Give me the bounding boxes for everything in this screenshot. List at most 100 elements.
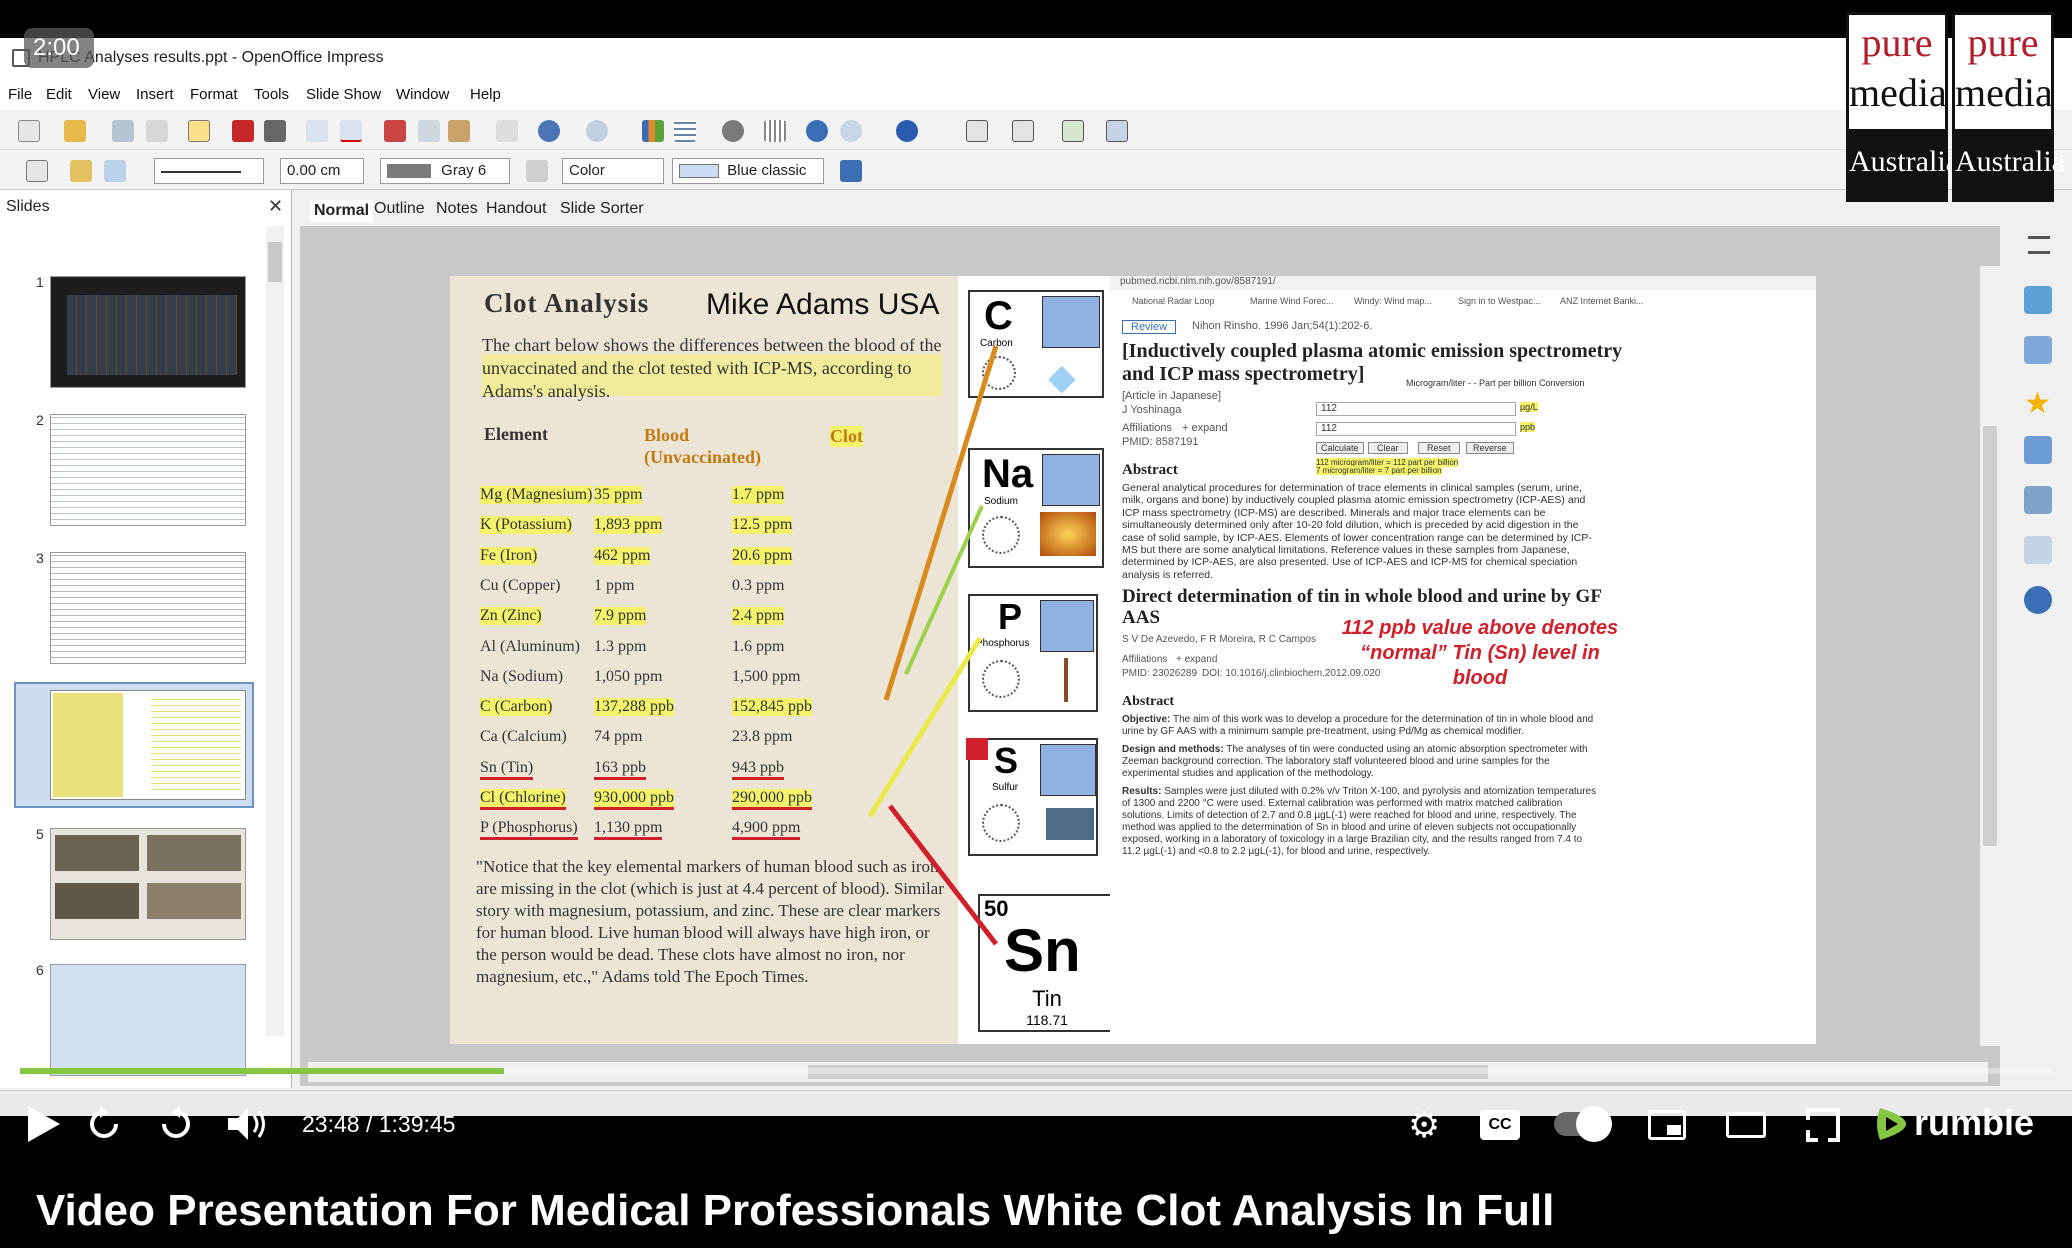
bookmark-2[interactable]: Marine Wind Forec...: [1250, 296, 1334, 306]
bookmark-4[interactable]: Sign in to Westpac...: [1458, 296, 1540, 306]
tab-outline[interactable]: Outline: [374, 200, 425, 218]
edit-file-icon[interactable]: [188, 120, 210, 142]
slide-thumb-3[interactable]: [50, 552, 246, 664]
slide-thumb-4-selected[interactable]: [14, 682, 254, 808]
undo-icon[interactable]: [538, 120, 560, 142]
menu-tools[interactable]: Tools: [254, 86, 289, 103]
clot-table-row: Fe (Iron) 462 ppm 20.6 ppm: [480, 543, 950, 573]
slide-layout-icon[interactable]: [966, 120, 988, 142]
redo-icon[interactable]: [586, 120, 608, 142]
expand-1[interactable]: + expand: [1182, 422, 1228, 434]
menu-slideshow[interactable]: Slide Show: [306, 86, 381, 103]
expand-2[interactable]: + expand: [1176, 654, 1217, 665]
slide-design-icon[interactable]: [1012, 120, 1034, 142]
settings-gear-icon[interactable]: ⚙: [1408, 1104, 1440, 1146]
autospellcheck-icon[interactable]: [340, 120, 362, 142]
slide-thumb-1[interactable]: [50, 276, 246, 388]
slides-scrollbar[interactable]: [266, 226, 284, 1036]
close-panel-icon[interactable]: ✕: [268, 196, 283, 217]
converter-input-1[interactable]: 112: [1316, 402, 1516, 416]
reverse-button[interactable]: Reverse: [1466, 442, 1514, 454]
menu-help[interactable]: Help: [470, 86, 501, 103]
styles-icon[interactable]: [2024, 486, 2052, 514]
compass-icon[interactable]: [806, 120, 828, 142]
area-style-select[interactable]: Color: [562, 158, 664, 184]
slide-transition-icon[interactable]: [1062, 120, 1084, 142]
line-width-value: 0.00 cm: [287, 162, 341, 179]
video-progress-track[interactable]: [20, 1068, 2052, 1074]
bookmark-5[interactable]: ANZ Internet Banki...: [1560, 296, 1644, 306]
clone-format-icon[interactable]: [496, 120, 518, 142]
print-icon[interactable]: [264, 120, 286, 142]
bookmark-3[interactable]: Windy: Wind map...: [1354, 296, 1432, 306]
closed-captions-icon[interactable]: CC: [1480, 1110, 1520, 1140]
forward-icon[interactable]: [158, 1106, 194, 1142]
zoom-icon[interactable]: [840, 120, 862, 142]
copy-icon[interactable]: [418, 120, 440, 142]
open-icon[interactable]: [64, 120, 86, 142]
volume-icon[interactable]: [226, 1106, 270, 1142]
theater-mode-icon[interactable]: [1726, 1112, 1766, 1138]
export-pdf-icon[interactable]: [232, 120, 254, 142]
tab-normal[interactable]: Normal: [310, 200, 374, 222]
scroll-thumb[interactable]: [268, 242, 282, 282]
grid-icon[interactable]: [764, 120, 786, 142]
clear-button[interactable]: Clear: [1368, 442, 1408, 454]
converter-input-2[interactable]: 112: [1316, 422, 1516, 436]
autoplay-toggle-icon[interactable]: [1554, 1106, 1612, 1142]
arrow-style-icon[interactable]: [104, 160, 126, 182]
navigator-icon[interactable]: [722, 120, 744, 142]
watermark-left: pure media Australia: [1846, 12, 1959, 202]
vertical-scrollbar[interactable]: [1980, 266, 2000, 1046]
slide-canvas[interactable]: Clot Analysis Mike Adams USA The chart b…: [450, 276, 1816, 1044]
layouts-icon[interactable]: [2024, 336, 2052, 364]
tab-handout[interactable]: Handout: [486, 200, 547, 218]
vscroll-thumb[interactable]: [1983, 426, 1997, 846]
bookmark-1[interactable]: National Radar Loop: [1132, 296, 1215, 306]
help-icon[interactable]: [896, 120, 918, 142]
display-mode-icon[interactable]: [26, 160, 48, 182]
line-width-input[interactable]: 0.00 cm: [280, 158, 364, 184]
menu-edit[interactable]: Edit: [46, 86, 72, 103]
sulfur-photo: [1046, 808, 1094, 840]
transition-icon[interactable]: [2024, 436, 2052, 464]
table-icon[interactable]: [674, 120, 696, 142]
replay-icon[interactable]: [86, 1106, 122, 1142]
line-style-select[interactable]: [154, 158, 264, 184]
master-pages-icon[interactable]: [2024, 286, 2052, 314]
fullscreen-icon[interactable]: [1806, 1108, 1840, 1142]
video-player[interactable]: 2:00 pure media Australia pure media Aus…: [0, 0, 2072, 1248]
menu-window[interactable]: Window: [396, 86, 449, 103]
slide-thumb-6[interactable]: [50, 964, 246, 1076]
spellcheck-icon[interactable]: [306, 120, 328, 142]
play-icon[interactable]: [26, 1104, 62, 1144]
new-document-icon[interactable]: [18, 120, 40, 142]
tab-slide-sorter[interactable]: Slide Sorter: [560, 200, 644, 218]
slide-thumb-5[interactable]: [50, 828, 246, 940]
menu-file[interactable]: File: [8, 86, 32, 103]
area-color-select[interactable]: Blue classic: [672, 158, 824, 184]
line-style-icon[interactable]: [70, 160, 92, 182]
menu-insert[interactable]: Insert: [136, 86, 174, 103]
gallery-icon[interactable]: [2024, 536, 2052, 564]
star-icon[interactable]: ★: [2024, 386, 2051, 421]
slide-thumb-2[interactable]: [50, 414, 246, 526]
navigator-side-icon[interactable]: [2024, 586, 2052, 614]
line-color-select[interactable]: Gray 6: [380, 158, 510, 184]
miniplayer-icon[interactable]: [1648, 1110, 1686, 1140]
reset-button[interactable]: Reset: [1418, 442, 1460, 454]
menu-lines-icon[interactable]: [2028, 236, 2050, 254]
menu-format[interactable]: Format: [190, 86, 238, 103]
slideshow-icon[interactable]: [1106, 120, 1128, 142]
cut-icon[interactable]: [384, 120, 406, 142]
save-icon[interactable]: [112, 120, 134, 142]
area-icon[interactable]: [526, 160, 548, 182]
paste-icon[interactable]: [448, 120, 470, 142]
menu-view[interactable]: View: [88, 86, 120, 103]
slide-edit-area[interactable]: Clot Analysis Mike Adams USA The chart b…: [300, 226, 2000, 1086]
chart-icon[interactable]: [642, 120, 664, 142]
calculate-button[interactable]: Calculate: [1316, 442, 1364, 454]
tab-notes[interactable]: Notes: [436, 200, 478, 218]
shadow-icon[interactable]: [840, 160, 862, 182]
email-icon[interactable]: [146, 120, 168, 142]
